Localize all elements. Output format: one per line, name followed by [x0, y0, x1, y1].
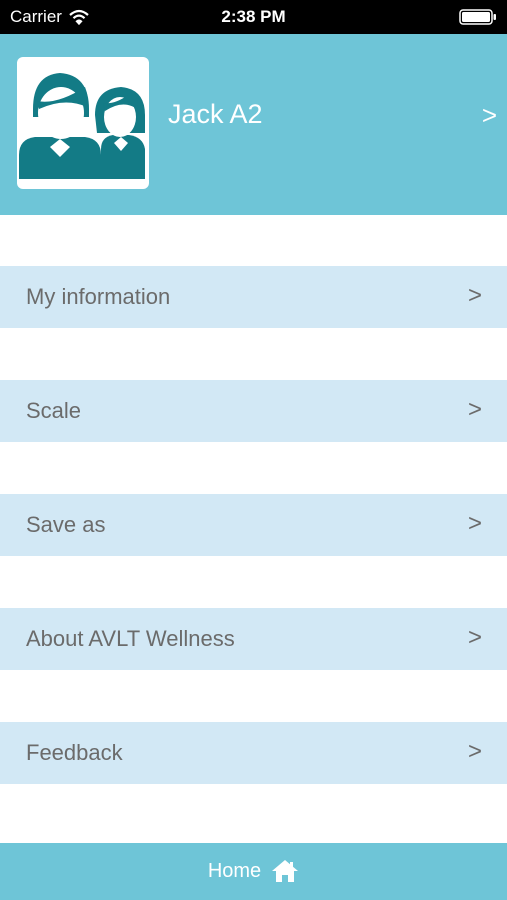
menu-item-label: Scale — [26, 398, 82, 423]
status-bar: Carrier 2:38 PM — [0, 0, 507, 34]
menu-item-label: My information — [26, 284, 171, 309]
menu-item-label: Feedback — [26, 740, 123, 765]
menu-item-label: Save as — [26, 512, 106, 537]
profile-header[interactable]: Jack A2 > — [0, 34, 507, 215]
settings-menu: My information > Scale > Save as > About… — [0, 266, 507, 836]
family-avatar-icon — [17, 57, 149, 189]
home-tab[interactable]: Home — [0, 859, 507, 883]
menu-item-label: About AVLT Wellness — [26, 626, 235, 651]
chevron-right-icon: > — [467, 282, 482, 309]
menu-item-feedback[interactable]: Feedback > — [0, 722, 507, 784]
status-time: 2:38 PM — [221, 7, 286, 26]
chevron-right-icon: > — [467, 510, 482, 537]
bottom-tab-bar: Home — [0, 843, 507, 900]
profile-name: Jack A2 — [168, 99, 263, 129]
home-tab-label: Home — [207, 859, 262, 882]
home-icon — [272, 860, 299, 882]
menu-item-about[interactable]: About AVLT Wellness > — [0, 608, 507, 670]
chevron-right-icon: > — [467, 738, 482, 765]
chevron-right-icon: > — [481, 100, 497, 130]
menu-item-save-as[interactable]: Save as > — [0, 494, 507, 556]
menu-item-scale[interactable]: Scale > — [0, 380, 507, 442]
menu-item-my-information[interactable]: My information > — [0, 266, 507, 328]
chevron-right-icon: > — [467, 396, 482, 423]
chevron-right-icon: > — [467, 624, 482, 651]
battery-icon — [459, 9, 496, 25]
